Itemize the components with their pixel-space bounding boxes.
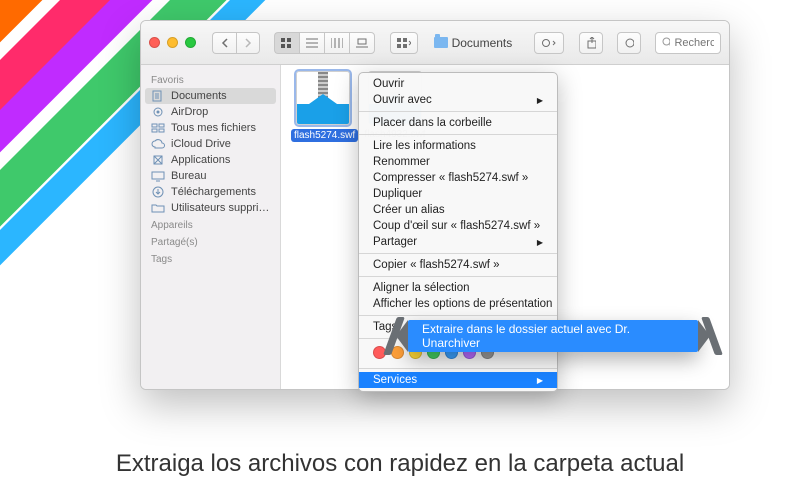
search-field[interactable] [655, 32, 721, 54]
menu-separator [359, 368, 557, 369]
menu-item[interactable]: Compresser « flash5274.swf » [359, 170, 557, 186]
down-icon [151, 186, 165, 198]
sidebar-item-documents[interactable]: Documents [145, 88, 276, 104]
menu-item-label: Dupliquer [373, 188, 422, 200]
menu-item[interactable]: Coup d'œil sur « flash5274.swf » [359, 218, 557, 234]
column-view-button[interactable] [324, 32, 349, 54]
share-button[interactable] [579, 32, 603, 54]
menu-item[interactable]: Ouvrir avec [359, 92, 557, 108]
sidebar-item-t-l-chargements[interactable]: Téléchargements [141, 184, 280, 200]
sidebar-item-icloud-drive[interactable]: iCloud Drive [141, 136, 280, 152]
menu-item-label: Partager [373, 236, 417, 248]
menu-item-label: Services [373, 374, 417, 386]
file-name: flash5274.swf [291, 129, 358, 142]
tags-button[interactable] [617, 32, 641, 54]
folder-icon [434, 37, 448, 48]
menu-item-label: Compresser « flash5274.swf » [373, 172, 528, 184]
back-button[interactable] [212, 32, 236, 54]
submenu-label: Extraire dans le dossier actuel avec Dr.… [422, 322, 684, 350]
airdrop-icon [151, 106, 165, 118]
file-item[interactable]: flash5274.swf [291, 71, 355, 142]
menu-item-label: Créer un alias [373, 204, 445, 216]
sidebar-item-label: Bureau [171, 170, 206, 182]
menu-item[interactable]: Lire les informations [359, 138, 557, 154]
doc-icon [151, 90, 165, 102]
nav-buttons [212, 32, 260, 54]
sidebar: Favoris Documents AirDrop Tous mes fichiers… [141, 65, 281, 389]
menu-separator [359, 111, 557, 112]
sidebar-item-label: Documents [171, 90, 227, 102]
close-icon[interactable] [149, 37, 160, 48]
menu-separator [359, 134, 557, 135]
menu-item[interactable]: Ouvrir [359, 76, 557, 92]
services-submenu-item[interactable]: Extraire dans le dossier actuel avec Dr.… [408, 320, 698, 352]
menu-item-label: Coup d'œil sur « flash5274.swf » [373, 220, 540, 232]
menu-item-label: Lire les informations [373, 140, 476, 152]
sidebar-item-tous-mes-fichiers[interactable]: Tous mes fichiers [141, 120, 280, 136]
zoom-icon[interactable] [185, 37, 196, 48]
menu-item-label: Afficher les options de présentation [373, 298, 552, 310]
menu-separator [359, 315, 557, 316]
search-input[interactable] [674, 37, 713, 49]
window-controls [149, 37, 196, 48]
menu-item[interactable]: Aligner la sélection [359, 280, 557, 296]
archive-icon [296, 71, 350, 125]
all-icon [151, 122, 165, 134]
folder-icon [151, 202, 165, 214]
search-icon [662, 37, 670, 48]
menu-item-label: Aligner la sélection [373, 282, 470, 294]
apps-icon [151, 154, 165, 166]
sidebar-header: Partagé(s) [141, 233, 280, 250]
sidebar-item-label: iCloud Drive [171, 138, 231, 150]
menu-item-label: Ouvrir [373, 78, 404, 90]
menu-item[interactable]: Afficher les options de présentation [359, 296, 557, 312]
action-button[interactable] [534, 32, 564, 54]
sidebar-item-label: Utilisateurs suppri… [171, 202, 269, 214]
minimize-icon[interactable] [167, 37, 178, 48]
menu-item-label: Placer dans la corbeille [373, 117, 492, 129]
coverflow-view-button[interactable] [349, 32, 375, 54]
desktop-icon [151, 170, 165, 182]
sidebar-item-utilisateurs-suppri-[interactable]: Utilisateurs suppri… [141, 200, 280, 216]
sidebar-item-label: AirDrop [171, 106, 208, 118]
menu-item-label: Copier « flash5274.swf » [373, 259, 500, 271]
sidebar-item-label: Tous mes fichiers [171, 122, 256, 134]
sidebar-item-label: Téléchargements [171, 186, 256, 198]
icon-view-button[interactable] [274, 32, 299, 54]
sidebar-item-bureau[interactable]: Bureau [141, 168, 280, 184]
forward-button[interactable] [236, 32, 260, 54]
menu-item-label: Renommer [373, 156, 430, 168]
menu-separator [359, 276, 557, 277]
marketing-caption: Extraiga los archivos con rapidez en la … [0, 450, 800, 478]
menu-item[interactable]: Placer dans la corbeille [359, 115, 557, 131]
sidebar-item-applications[interactable]: Applications [141, 152, 280, 168]
window-title: Documents [434, 36, 513, 50]
sidebar-item-airdrop[interactable]: AirDrop [141, 104, 280, 120]
titlebar: Documents [141, 21, 729, 65]
arrange-button[interactable] [390, 32, 418, 54]
menu-item[interactable]: Copier « flash5274.swf » [359, 257, 557, 273]
sidebar-header: Tags [141, 250, 280, 267]
cloud-icon [151, 138, 165, 150]
list-view-button[interactable] [299, 32, 324, 54]
menu-item[interactable]: Dupliquer [359, 186, 557, 202]
menu-item[interactable]: Renommer [359, 154, 557, 170]
sidebar-item-label: Applications [171, 154, 230, 166]
menu-separator [359, 253, 557, 254]
menu-item-services[interactable]: Services [359, 372, 557, 388]
window-title-text: Documents [452, 36, 513, 50]
view-switcher [274, 32, 375, 54]
sidebar-header: Appareils [141, 216, 280, 233]
sidebar-header: Favoris [141, 71, 280, 88]
menu-item[interactable]: Partager [359, 234, 557, 250]
menu-item-label: Ouvrir avec [373, 94, 432, 106]
menu-item[interactable]: Créer un alias [359, 202, 557, 218]
